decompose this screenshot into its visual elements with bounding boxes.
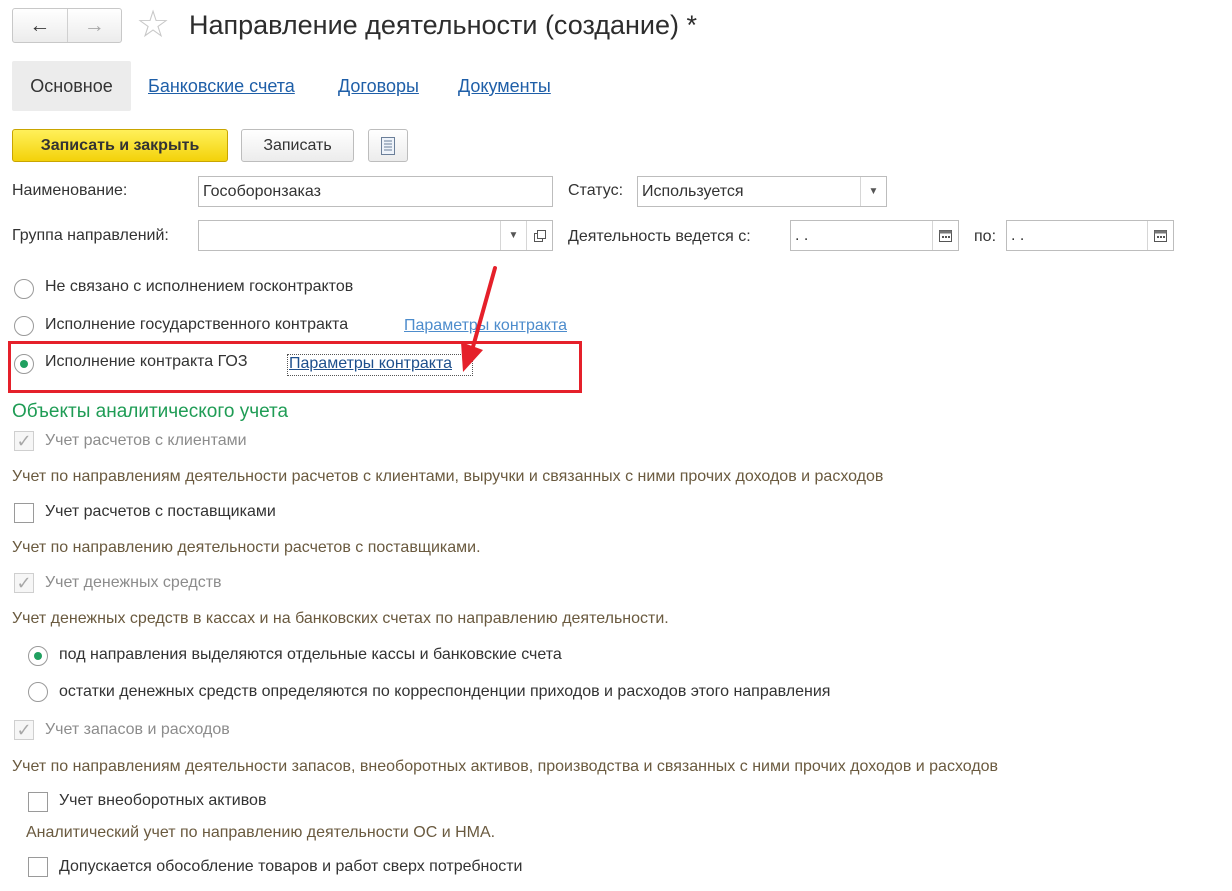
cash-description: Учет денежных средств в кассах и на банк… [12,610,669,627]
list-icon [381,136,395,155]
tab-main[interactable]: Основное [12,61,131,111]
annotation-arrow-icon [461,266,497,372]
checkbox-suppliers-label: Учет расчетов с поставщиками [45,503,276,520]
activity-to-label: по: [974,228,997,245]
group-field[interactable]: ▼ [198,220,553,251]
chevron-down-icon[interactable]: ▼ [500,221,526,250]
checkbox-suppliers[interactable] [14,503,34,523]
calendar-icon[interactable] [932,221,958,250]
checkbox-cash[interactable]: ✓ [14,573,34,593]
group-label: Группа направлений: [12,227,169,244]
activity-from-label: Деятельность ведется с: [568,228,751,245]
forward-button[interactable]: → [66,9,122,42]
suppliers-description: Учет по направлению деятельности расчето… [12,539,481,556]
checkbox-stock[interactable]: ✓ [14,720,34,740]
status-value: Используется [642,182,744,200]
activity-to-date[interactable]: . . [1006,220,1174,251]
activity-to-value: . . [1011,226,1025,244]
radio-cash-correspondence-label: остатки денежных средств определяются по… [59,683,831,700]
activity-from-value: . . [795,226,809,244]
name-field[interactable]: Гособоронзаказ [198,176,553,207]
radio-not-related-label: Не связано с исполнением госконтрактов [45,278,354,295]
save-and-close-button[interactable]: Записать и закрыть [12,129,228,162]
arrow-left-icon: ← [29,13,51,37]
clients-description: Учет по направлениям деятельности расчет… [12,468,884,485]
goz-contract-params-link[interactable]: Параметры контракта [289,355,452,373]
name-label: Наименование: [12,182,128,199]
checkbox-clients[interactable]: ✓ [14,431,34,451]
checkbox-stock-label: Учет запасов и расходов [45,721,230,738]
calendar-icon[interactable] [1147,221,1173,250]
checkbox-isolation[interactable] [28,857,48,877]
radio-state-contract[interactable] [14,316,34,336]
radio-not-related[interactable] [14,279,34,299]
analytics-section-title: Объекты аналитического учета [12,401,289,422]
history-nav: ← → [12,8,122,43]
favorite-star-icon[interactable]: ☆ [136,6,170,44]
checkbox-clients-label: Учет расчетов с клиентами [45,432,247,449]
checkbox-fixed-assets-label: Учет внеоборотных активов [59,792,267,809]
checkbox-cash-label: Учет денежных средств [45,574,222,591]
chevron-down-icon[interactable]: ▼ [860,177,886,206]
tab-documents[interactable]: Документы [458,76,551,97]
back-button[interactable]: ← [13,9,67,42]
radio-cash-separate-label: под направления выделяются отдельные кас… [59,646,562,663]
arrow-right-icon: → [83,13,105,37]
stock-description: Учет по направлениям деятельности запасо… [12,758,999,775]
radio-goz-contract[interactable] [14,354,34,374]
status-select[interactable]: Используется ▼ [637,176,887,207]
checkbox-fixed-assets[interactable] [28,792,48,812]
checkbox-isolation-label: Допускается обособление товаров и работ … [59,858,523,875]
fixed-assets-description: Аналитический учет по направлению деятел… [26,824,496,841]
tab-contracts[interactable]: Договоры [338,76,419,97]
radio-selected-dot [34,652,42,660]
page-title: Направление деятельности (создание) * [189,10,698,40]
radio-cash-correspondence[interactable] [28,682,48,702]
name-value: Гособоронзаказ [203,182,321,200]
radio-goz-contract-label: Исполнение контракта ГОЗ [45,353,248,370]
open-icon[interactable] [526,221,552,250]
status-label: Статус: [568,182,624,199]
tab-bank-accounts[interactable]: Банковские счета [148,76,295,97]
activity-from-date[interactable]: . . [790,220,959,251]
more-actions-button[interactable] [368,129,408,162]
save-button[interactable]: Записать [241,129,354,162]
radio-selected-dot [20,360,28,368]
radio-state-contract-label: Исполнение государственного контракта [45,316,349,333]
radio-cash-separate[interactable] [28,646,48,666]
